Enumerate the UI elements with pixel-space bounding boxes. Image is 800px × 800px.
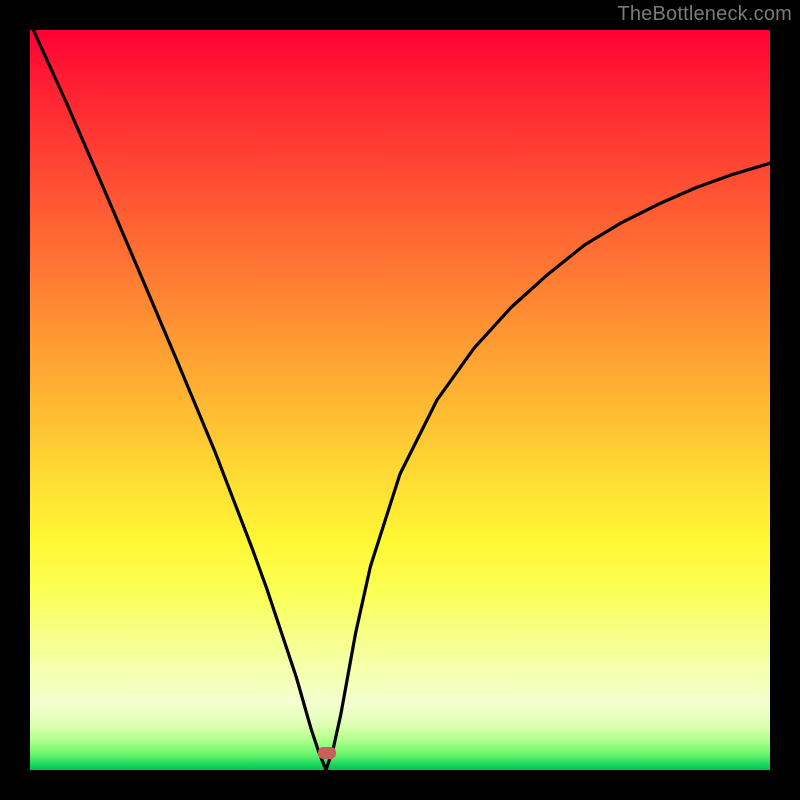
chart-frame: TheBottleneck.com bbox=[0, 0, 800, 800]
bottleneck-curve bbox=[30, 30, 770, 770]
plot-area bbox=[30, 30, 770, 770]
watermark-text: TheBottleneck.com bbox=[617, 3, 792, 26]
optimal-marker bbox=[318, 747, 336, 759]
